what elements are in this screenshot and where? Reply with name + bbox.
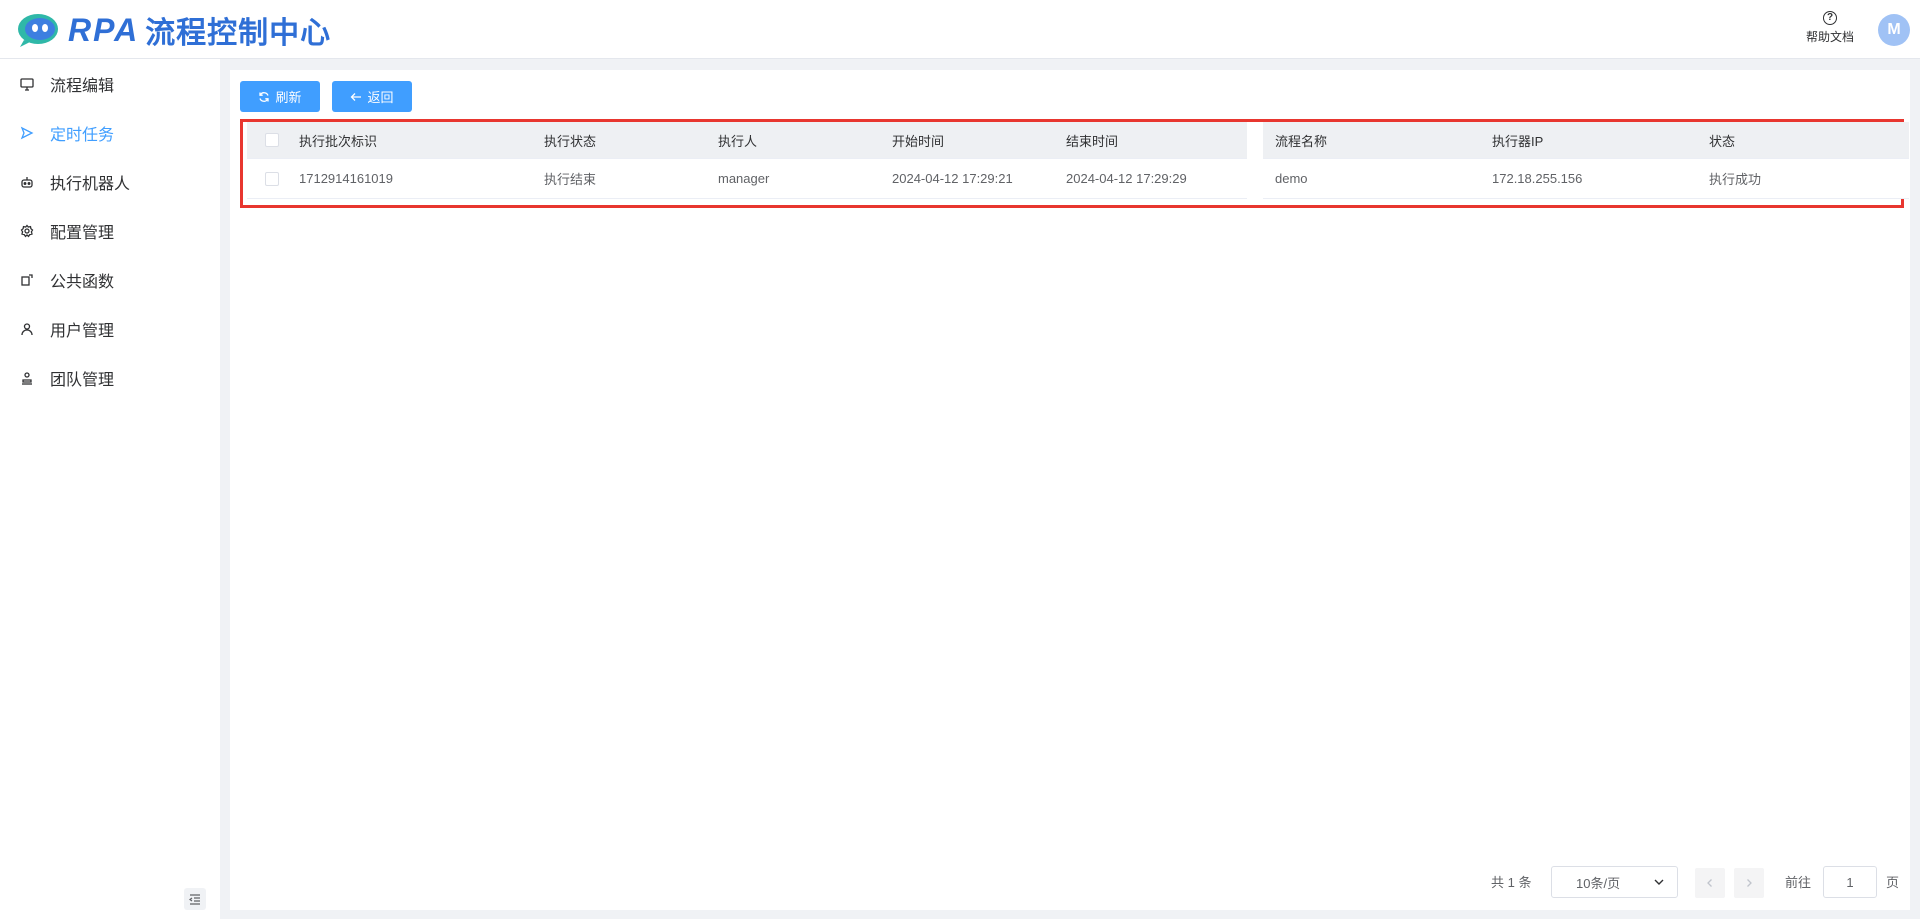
page-size-select[interactable]: 10条/页: [1551, 866, 1678, 898]
logo-mascot-icon: [16, 12, 64, 48]
main-content: 刷新 返回 执行批次标识 执行状态 执行人 开始时间 结束时间 17129141…: [230, 70, 1910, 910]
back-button[interactable]: 返回: [332, 81, 412, 112]
status-badge: 执行成功: [1709, 172, 1762, 187]
col-exec-status[interactable]: 执行状态: [544, 122, 596, 158]
chevron-left-icon: [1707, 879, 1712, 887]
sidebar-item-flow-edit[interactable]: 流程编辑: [0, 59, 220, 108]
col-executor-ip[interactable]: 执行器IP: [1492, 122, 1543, 158]
exec-status-cell: 执行结束: [544, 172, 597, 187]
col-end-time[interactable]: 结束时间: [1066, 122, 1118, 158]
app-title: 流程控制中心: [145, 17, 332, 50]
page-size-value: 10条/页: [1576, 875, 1621, 891]
chevron-down-icon: [1654, 879, 1664, 885]
send-icon: [19, 125, 35, 141]
start-time-cell: 2024-04-12 17:29:21: [892, 171, 1013, 186]
help-docs-button[interactable]: ? 帮助文档: [1800, 11, 1860, 45]
logo-text: RPA: [68, 11, 140, 48]
flow-name-link[interactable]: demo: [1275, 159, 1308, 198]
sidebar-item-label: 定时任务: [50, 126, 115, 144]
table-row[interactable]: 1712914161019 执行结束 manager 2024-04-12 17…: [247, 159, 1247, 199]
goto-label: 前往: [1785, 875, 1812, 890]
execution-table: 执行批次标识 执行状态 执行人 开始时间 结束时间 1712914161019 …: [240, 119, 1909, 208]
row-checkbox-cell: [265, 159, 279, 198]
monitor-icon: [19, 76, 35, 92]
refresh-label: 刷新: [275, 90, 302, 105]
sidebar-item-robots[interactable]: 执行机器人: [0, 157, 220, 206]
sidebar-item-config[interactable]: 配置管理: [0, 206, 220, 255]
refresh-button[interactable]: 刷新: [240, 81, 320, 112]
chevron-right-icon: [1747, 879, 1752, 887]
sidebar-item-label: 公共函数: [50, 273, 115, 291]
table-header: 流程名称 执行器IP 状态: [1263, 122, 1909, 159]
row-checkbox[interactable]: [265, 171, 279, 186]
refresh-icon: [259, 91, 270, 102]
function-icon: [19, 272, 35, 288]
executor-cell: manager: [718, 171, 770, 186]
prev-page-button[interactable]: [1695, 868, 1725, 898]
table-row[interactable]: demo 172.18.255.156 执行成功: [1263, 159, 1909, 199]
select-all-checkbox[interactable]: [265, 133, 279, 147]
sidebar: 流程编辑 定时任务 执行机器人 配置管理 公共函数 用户管理 团队管理: [0, 59, 220, 919]
user-icon: [19, 321, 35, 337]
col-status[interactable]: 状态: [1709, 122, 1735, 158]
sidebar-item-scheduled-tasks[interactable]: 定时任务: [0, 108, 220, 157]
sidebar-item-label: 执行机器人: [50, 175, 131, 193]
question-circle-icon: ?: [1823, 11, 1837, 25]
sidebar-item-users[interactable]: 用户管理: [0, 304, 220, 353]
col-start-time[interactable]: 开始时间: [892, 122, 944, 158]
page-suffix-label: 页: [1886, 875, 1900, 890]
end-time-cell: 2024-04-12 17:29:29: [1066, 171, 1187, 186]
sidebar-item-functions[interactable]: 公共函数: [0, 255, 220, 304]
col-batch-id[interactable]: 执行批次标识: [299, 122, 377, 158]
sidebar-item-label: 用户管理: [50, 322, 115, 340]
table-header: 执行批次标识 执行状态 执行人 开始时间 结束时间: [247, 122, 1247, 159]
arrow-left-icon: [351, 92, 362, 101]
col-executor[interactable]: 执行人: [718, 122, 757, 158]
executor-ip-cell: 172.18.255.156: [1492, 171, 1583, 186]
help-docs-label: 帮助文档: [1805, 30, 1854, 44]
user-avatar[interactable]: M: [1878, 14, 1910, 46]
col-flow-name[interactable]: 流程名称: [1275, 122, 1327, 158]
next-page-button[interactable]: [1734, 868, 1764, 898]
select-all-checkbox-cell: [265, 122, 279, 158]
top-header: RPA 流程控制中心 ? 帮助文档 M: [0, 0, 1920, 59]
robot-icon: [19, 174, 35, 190]
table-fixed-right-section: 流程名称 执行器IP 状态 demo 172.18.255.156 执行成功: [1263, 122, 1909, 199]
sidebar-item-label: 流程编辑: [50, 77, 115, 95]
team-icon: [19, 370, 35, 386]
batch-id-link[interactable]: 1712914161019: [299, 159, 393, 198]
sidebar-item-teams[interactable]: 团队管理: [0, 353, 220, 402]
sidebar-item-label: 配置管理: [50, 224, 115, 242]
sidebar-item-label: 团队管理: [50, 371, 115, 389]
goto-page-input[interactable]: [1823, 866, 1877, 898]
app-logo[interactable]: RPA 流程控制中心: [16, 10, 331, 50]
gear-icon: [19, 223, 35, 239]
table-main-section: 执行批次标识 执行状态 执行人 开始时间 结束时间 1712914161019 …: [247, 122, 1247, 199]
pagination: 共 1 条 10条/页 前往 页: [0, 866, 1920, 900]
pagination-total: 共 1 条: [1491, 875, 1532, 890]
back-label: 返回: [367, 90, 394, 105]
